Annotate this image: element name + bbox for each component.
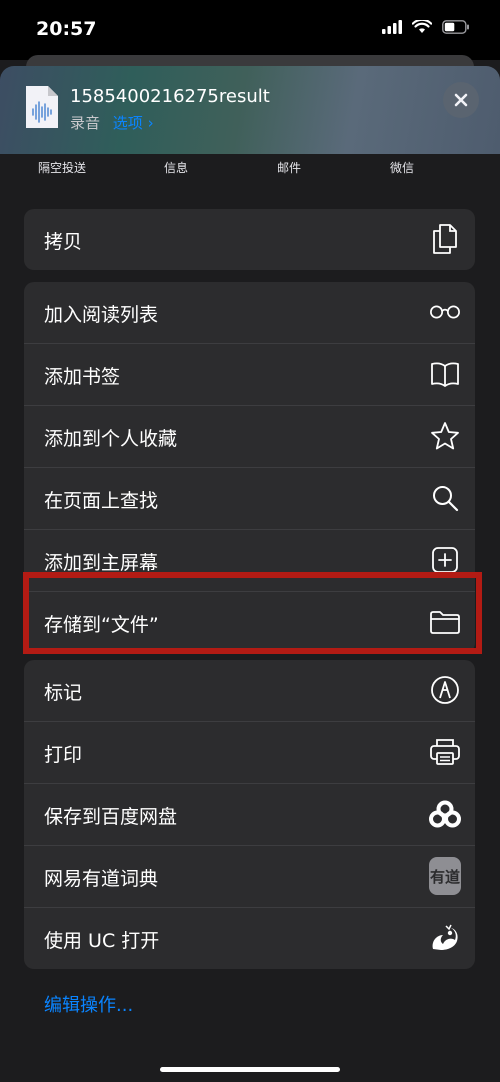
search-icon (429, 482, 461, 514)
action-label: 拷贝 (44, 231, 83, 253)
action-add-reading-list[interactable]: 加入阅读列表 (24, 282, 475, 344)
action-save-baidu-netdisk[interactable]: 保存到百度网盘 (24, 784, 475, 846)
close-button[interactable] (443, 82, 479, 118)
status-bar: 20:57 (0, 0, 500, 60)
star-icon (429, 420, 461, 452)
copy-icon (429, 223, 461, 255)
action-print[interactable]: 打印 (24, 722, 475, 784)
share-target-airdrop[interactable]: 隔空投送 (22, 159, 102, 176)
action-label: 保存到百度网盘 (44, 806, 178, 828)
edit-actions-link[interactable]: 编辑操作... (44, 991, 133, 1017)
close-icon (454, 93, 468, 107)
markup-icon (429, 674, 461, 706)
action-label: 加入阅读列表 (44, 304, 159, 326)
home-indicator[interactable] (160, 1067, 340, 1072)
action-label: 标记 (44, 682, 83, 704)
printer-icon (429, 736, 461, 768)
action-label: 添加书签 (44, 366, 121, 388)
share-targets-row: 隔空投送 信息 邮件 微信 (0, 154, 500, 180)
uc-browser-icon (429, 922, 461, 954)
youdao-logo-text: 有道 (429, 857, 461, 895)
wifi-icon (412, 20, 432, 33)
action-add-favorites[interactable]: 添加到个人收藏 (24, 406, 475, 468)
copy-group: 拷贝 (24, 209, 475, 270)
baidu-netdisk-icon (429, 798, 461, 830)
action-copy[interactable]: 拷贝 (24, 209, 475, 270)
action-open-in-uc[interactable]: 使用 UC 打开 (24, 908, 475, 969)
book-icon (429, 358, 461, 390)
action-label: 添加到主屏幕 (44, 552, 159, 574)
options-link[interactable]: 选项 › (113, 114, 154, 132)
action-label: 使用 UC 打开 (44, 930, 160, 952)
battery-icon (442, 20, 469, 34)
share-target-messages[interactable]: 信息 (136, 159, 216, 176)
file-type-label: 录音 (70, 114, 101, 132)
glasses-icon (429, 296, 461, 328)
action-label: 添加到个人收藏 (44, 428, 178, 450)
share-target-wechat[interactable]: 微信 (362, 159, 442, 176)
highlight-annotation-box (23, 572, 482, 654)
share-target-mail[interactable]: 邮件 (249, 159, 329, 176)
action-label: 网易有道词典 (44, 868, 159, 890)
audio-file-icon (26, 86, 58, 128)
file-name: 1585400216275result (70, 86, 270, 107)
file-subtitle: 录音 选项 › (70, 112, 154, 133)
status-time: 20:57 (36, 18, 97, 40)
action-youdao-dictionary[interactable]: 网易有道词典 有道 (24, 846, 475, 908)
action-label: 打印 (44, 744, 83, 766)
status-icons (382, 20, 470, 34)
action-find-on-page[interactable]: 在页面上查找 (24, 468, 475, 530)
action-markup[interactable]: 标记 (24, 660, 475, 722)
action-label: 在页面上查找 (44, 490, 159, 512)
share-sheet-header: 1585400216275result 录音 选项 › (0, 66, 500, 154)
action-add-bookmark[interactable]: 添加书签 (24, 344, 475, 406)
youdao-icon: 有道 (429, 857, 461, 895)
cellular-signal-icon (382, 20, 402, 34)
extensions-group: 标记 打印 保存到百度网盘 网易有道词典 有道 使用 UC 打开 (24, 660, 475, 969)
